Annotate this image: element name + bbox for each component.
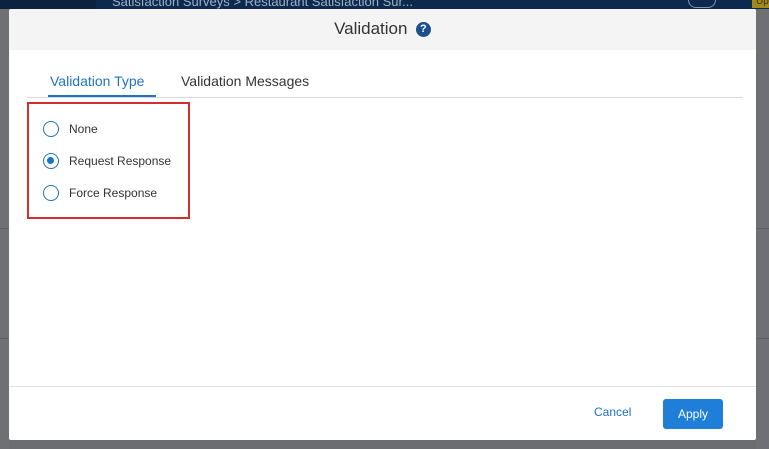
background-search-icon [688,0,716,8]
apply-button[interactable]: Apply [663,399,723,429]
option-label: Force Response [69,186,158,200]
background-divider [0,228,9,229]
validation-tabs: Validation Type Validation Messages [27,67,743,98]
dialog-footer-divider [9,386,756,387]
dialog-header: Validation ? [9,9,756,50]
dialog-title: Validation [334,19,408,38]
option-label: None [69,122,98,136]
background-upgrade-button: Upg [752,0,769,8]
background-left-panel [0,9,9,449]
active-tab-indicator [48,95,156,97]
background-divider [756,338,769,339]
background-breadcrumb: Satisfaction Surveys > Restaurant Satisf… [112,0,413,9]
background-divider [756,228,769,229]
radio-none[interactable] [43,121,59,137]
tab-validation-type[interactable]: Validation Type [50,73,144,89]
validation-dialog: Validation ? Validation Type Validation … [9,9,756,440]
background-nav-strip [0,0,96,9]
background-divider [0,338,9,339]
background-right-panel [756,9,769,449]
radio-request-response[interactable] [43,153,59,169]
cancel-button[interactable]: Cancel [594,405,631,419]
validation-type-options: None Request Response Force Response [27,102,190,219]
radio-force-response[interactable] [43,185,59,201]
help-icon[interactable]: ? [415,21,431,37]
tab-validation-messages[interactable]: Validation Messages [181,73,309,89]
option-label: Request Response [69,154,172,168]
